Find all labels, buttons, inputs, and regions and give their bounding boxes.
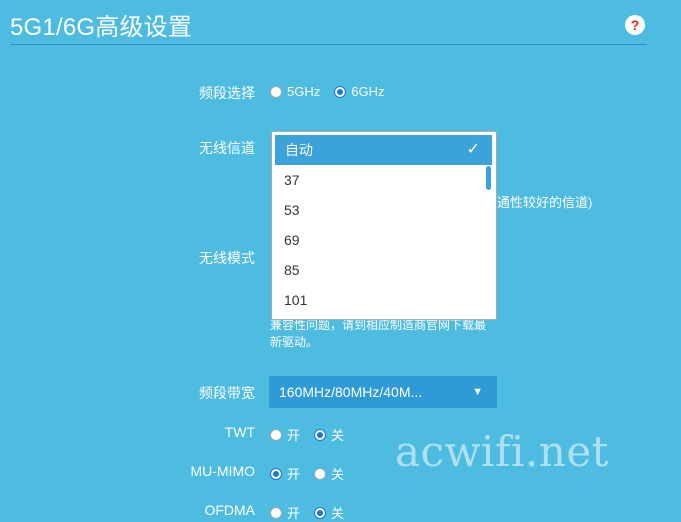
bandwidth-label: 频段带宽 xyxy=(199,385,255,401)
channel-label: 无线信道 xyxy=(199,140,255,156)
mode-note: 兼容性问题，请到相应制造商官网下载最 新驱动。 xyxy=(270,317,486,351)
dropdown-scrollbar[interactable] xyxy=(486,166,491,190)
channel-dropdown[interactable]: 自动 ✓ 37 53 69 85 101 xyxy=(271,131,497,320)
ofdma-on-label: 开 xyxy=(287,506,301,521)
channel-option-69[interactable]: 69 xyxy=(284,232,300,248)
ofdma-radios: 开 关 xyxy=(270,503,358,522)
watermark: acwifi.net xyxy=(395,427,610,476)
twt-off-control[interactable] xyxy=(314,428,327,441)
mumimo-on-control[interactable] xyxy=(270,467,282,480)
ofdma-off[interactable]: 关 xyxy=(314,503,344,522)
band-select-radios: 5GHz 6GHz xyxy=(270,84,398,99)
twt-off[interactable]: 关 xyxy=(314,425,344,444)
channel-option-101[interactable]: 101 xyxy=(284,292,307,308)
help-icon[interactable]: ? xyxy=(625,15,645,35)
channel-option-37[interactable]: 37 xyxy=(284,172,300,188)
channel-selected-option[interactable]: 自动 ✓ xyxy=(275,135,492,165)
mumimo-off[interactable]: 关 xyxy=(314,464,344,483)
channel-hint: 通性较好的信道) xyxy=(497,195,593,210)
ofdma-on[interactable]: 开 xyxy=(270,503,300,522)
mumimo-off-label: 关 xyxy=(331,467,345,482)
bandwidth-select[interactable]: 160MHz/80MHz/40M... ▼ xyxy=(269,376,497,408)
twt-off-label: 关 xyxy=(331,428,345,443)
radio-6ghz-label: 6GHz xyxy=(351,84,385,99)
twt-on[interactable]: 开 xyxy=(270,425,300,444)
ofdma-on-control[interactable] xyxy=(270,506,282,519)
title-divider xyxy=(10,44,647,45)
twt-on-label: 开 xyxy=(287,428,301,443)
channel-selected-text: 自动 xyxy=(285,142,313,158)
radio-5ghz[interactable]: 5GHz xyxy=(270,84,320,99)
channel-option-53[interactable]: 53 xyxy=(284,202,300,218)
radio-6ghz[interactable]: 6GHz xyxy=(334,84,384,99)
mumimo-label: MU-MIMO xyxy=(190,463,255,479)
twt-label: TWT xyxy=(224,424,255,440)
check-icon: ✓ xyxy=(466,141,480,158)
channel-option-85[interactable]: 85 xyxy=(284,262,300,278)
page-title: 5G1/6G高级设置 xyxy=(10,14,193,41)
twt-radios: 开 关 xyxy=(270,425,358,444)
bandwidth-value: 160MHz/80MHz/40M... xyxy=(279,384,423,400)
mode-label: 无线模式 xyxy=(199,250,255,266)
radio-5ghz-control[interactable] xyxy=(270,85,282,98)
mumimo-on-label: 开 xyxy=(287,467,301,482)
mode-note-line2: 新驱动。 xyxy=(270,335,319,349)
mumimo-on[interactable]: 开 xyxy=(270,464,300,483)
twt-on-control[interactable] xyxy=(270,428,282,441)
ofdma-off-label: 关 xyxy=(331,506,345,521)
mumimo-radios: 开 关 xyxy=(270,464,358,483)
ofdma-label: OFDMA xyxy=(204,502,255,518)
band-select-label: 频段选择 xyxy=(199,85,255,101)
ofdma-off-control[interactable] xyxy=(314,506,327,519)
dropdown-arrow-icon: ▼ xyxy=(472,386,483,398)
mumimo-off-control[interactable] xyxy=(314,467,327,480)
radio-5ghz-label: 5GHz xyxy=(287,84,321,99)
radio-6ghz-control[interactable] xyxy=(334,85,347,98)
